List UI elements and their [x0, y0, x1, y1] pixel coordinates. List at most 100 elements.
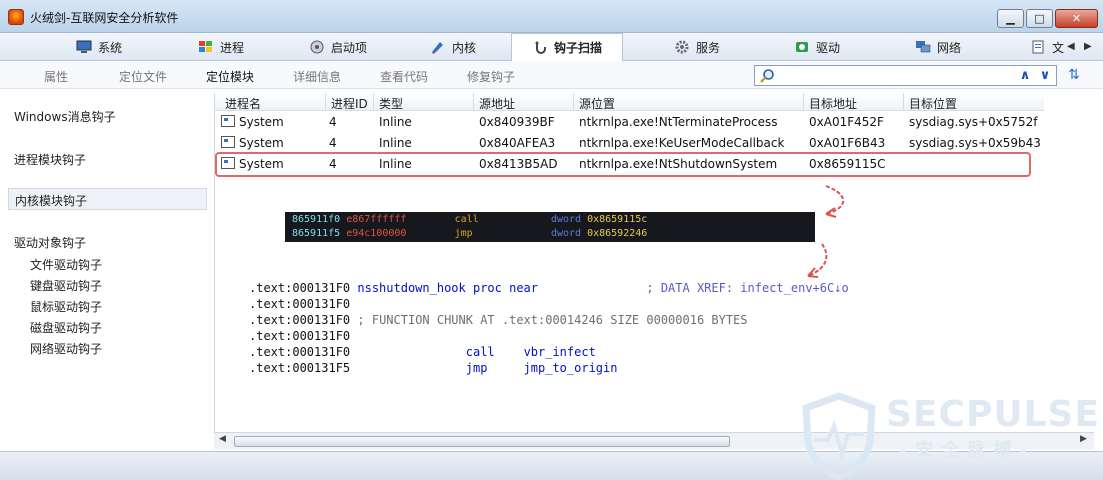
column-header[interactable]: 进程名: [225, 95, 261, 112]
nav-item-windows-message-hook[interactable]: Windows消息钩子: [14, 108, 116, 125]
properties-button[interactable]: 属性: [44, 68, 68, 85]
main-tab-bar: 系统 进程 启动项 内核 钩子扫描 服务 驱动 网络 文 ◀ ▶: [0, 33, 1103, 62]
tab-process[interactable]: 进程: [176, 33, 266, 61]
windows-flag-icon: [198, 41, 212, 52]
cell-source-location: ntkrnlpa.exe!KeUserModeCallback: [579, 136, 785, 150]
service-icon: [675, 40, 689, 54]
maximize-icon: □: [1034, 12, 1045, 25]
tab-network[interactable]: 网络: [893, 33, 983, 61]
cell-target-location: sysdiag.sys+0x5752f: [909, 115, 1038, 129]
cell-target-location: sysdiag.sys+0x59b43: [909, 136, 1041, 150]
nav-subitem-mouse-driver-hook[interactable]: 鼠标驱动钩子: [30, 298, 102, 315]
cell-source-address: 0x840AFEA3: [479, 136, 556, 150]
nav-item-kernel-module-hook[interactable]: 内核模块钩子: [8, 188, 207, 210]
window-title: 火绒剑-互联网安全分析软件: [30, 11, 179, 25]
cell-pid: 4: [329, 136, 337, 150]
scroll-right-icon[interactable]: ▶: [1080, 434, 1087, 444]
cell-type: Inline: [379, 136, 412, 150]
network-icon: [915, 41, 931, 53]
process-window-icon: [221, 115, 235, 127]
process-window-icon: [221, 136, 235, 148]
system-icon: [76, 40, 92, 53]
cell-target-address: 0xA01F6B43: [809, 136, 886, 150]
tab-file[interactable]: 文: [1030, 33, 1070, 61]
tab-hook-scan[interactable]: 钩子扫描: [511, 33, 623, 62]
column-header[interactable]: 类型: [379, 95, 403, 112]
column-header[interactable]: 目标位置: [909, 95, 957, 112]
column-header[interactable]: 源地址: [479, 95, 515, 112]
watermark-title: SECPULSE: [886, 394, 1101, 435]
tab-scroll-right-icon[interactable]: ▶: [1084, 41, 1092, 52]
column-header[interactable]: 进程ID: [331, 95, 368, 112]
table-row[interactable]: System 4 Inline 0x840AFEA3 ntkrnlpa.exe!…: [215, 133, 1044, 154]
code-line: .text:000131F0 ; FUNCTION CHUNK AT .text…: [249, 313, 748, 327]
highlight-annotation-box: [215, 152, 1031, 177]
tab-label: 服务: [695, 40, 720, 55]
table-row[interactable]: System 4 Inline 0x840939BF ntkrnlpa.exe!…: [215, 112, 1044, 133]
nav-subitem-file-driver-hook[interactable]: 文件驱动钩子: [30, 256, 102, 273]
view-code-button[interactable]: 查看代码: [380, 68, 428, 85]
locate-file-button[interactable]: 定位文件: [119, 68, 167, 85]
tab-system[interactable]: 系统: [54, 33, 144, 61]
hook-icon: [535, 41, 546, 54]
tab-label: 驱动: [815, 40, 840, 55]
maximize-button[interactable]: □: [1026, 9, 1053, 28]
nav-item-process-module-hook[interactable]: 进程模块钩子: [14, 151, 86, 168]
disassembly-snippet: 865911f0 e867ffffff call dword 0x8659115…: [285, 212, 815, 242]
app-logo-icon: [8, 9, 24, 25]
nav-subitem-network-driver-hook[interactable]: 网络驱动钩子: [30, 340, 102, 357]
file-icon: [1032, 40, 1044, 54]
table-header: 进程名 进程ID 类型 源地址 源位置 目标地址 目标位置: [215, 93, 1044, 111]
nav-subitem-disk-driver-hook[interactable]: 磁盘驱动钩子: [30, 319, 102, 336]
tab-label: 进程: [219, 40, 244, 55]
locate-module-button[interactable]: 定位模块: [206, 68, 254, 85]
code-line: .text:000131F0: [249, 297, 351, 311]
watermark-subtitle: -安全脉搏-: [900, 440, 1035, 461]
minimize-button[interactable]: ▁: [997, 9, 1024, 28]
close-button[interactable]: ✕: [1055, 9, 1098, 28]
hook-category-nav: Windows消息钩子 进程模块钩子 内核模块钩子 驱动对象钩子 文件驱动钩子 …: [8, 95, 210, 449]
search-icon: [760, 69, 774, 83]
secpulse-shield-logo: [802, 392, 876, 480]
code-line: .text:000131F0 nsshutdown_hook proc near…: [249, 281, 849, 295]
disasm-line: 865911f0 e867ffffff call dword 0x8659115…: [292, 214, 648, 225]
driver-icon: [795, 42, 808, 52]
cell-process-name: System: [239, 115, 284, 129]
search-next-icon[interactable]: ∨: [1037, 68, 1053, 84]
tab-driver[interactable]: 驱动: [772, 33, 862, 61]
refresh-icon[interactable]: ⇅: [1066, 67, 1082, 83]
close-icon: ✕: [1071, 12, 1082, 25]
nav-subitem-keyboard-driver-hook[interactable]: 键盘驱动钩子: [30, 277, 102, 294]
code-line: .text:000131F0: [249, 329, 351, 343]
details-button[interactable]: 详细信息: [293, 68, 341, 85]
minimize-icon: ▁: [1006, 12, 1015, 25]
tab-label: 启动项: [330, 40, 367, 55]
tab-label: 钩子扫描: [553, 41, 602, 55]
column-header[interactable]: 目标地址: [809, 95, 857, 112]
tab-service[interactable]: 服务: [652, 33, 742, 61]
search-input[interactable]: ∧ ∨: [754, 65, 1057, 86]
nav-item-driver-object-hook[interactable]: 驱动对象钩子: [14, 234, 86, 251]
disasm-line: 865911f5 e94c100000 jmp dword 0x86592246: [292, 228, 648, 239]
tab-startup[interactable]: 启动项: [288, 33, 388, 61]
startup-icon: [310, 40, 324, 54]
tab-label: 网络: [936, 40, 961, 55]
kernel-icon: [431, 42, 443, 54]
cell-source-location: ntkrnlpa.exe!NtTerminateProcess: [579, 115, 778, 129]
title-bar: 火绒剑-互联网安全分析软件 ▁ □ ✕: [0, 0, 1103, 33]
scroll-left-icon[interactable]: ◀: [219, 434, 226, 444]
tab-label: 系统: [97, 40, 122, 55]
column-header[interactable]: 源位置: [579, 95, 615, 112]
scrollbar-thumb[interactable]: [234, 436, 730, 447]
tab-label: 内核: [451, 40, 476, 55]
fix-hook-button[interactable]: 修复钩子: [467, 68, 515, 85]
tab-label: 文: [1052, 40, 1065, 55]
cell-target-address: 0xA01F452F: [809, 115, 884, 129]
code-line: .text:000131F5 jmp jmp_to_origin: [249, 361, 618, 375]
cell-type: Inline: [379, 115, 412, 129]
code-line: .text:000131F0 call vbr_infect: [249, 345, 596, 359]
tab-scroll-left-icon[interactable]: ◀: [1067, 41, 1075, 52]
search-prev-icon[interactable]: ∧: [1017, 68, 1033, 84]
cell-source-address: 0x840939BF: [479, 115, 555, 129]
tab-kernel[interactable]: 内核: [408, 33, 498, 61]
